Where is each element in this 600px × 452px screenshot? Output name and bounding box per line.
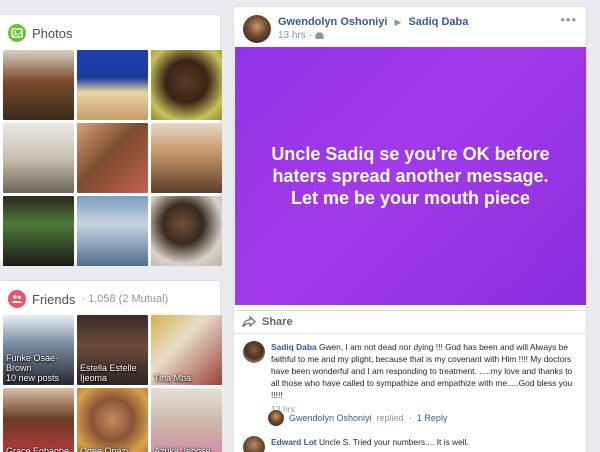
friend-name[interactable]: Grace Egbagbe <box>6 446 72 452</box>
friend-name[interactable]: Ogee Onazi <box>80 446 146 452</box>
separator-dot: · <box>308 30 313 41</box>
friend-name[interactable]: Azuka Jebose <box>154 446 220 452</box>
comment: Edward Lot Uncle S. Tried your numbers..… <box>243 436 577 452</box>
divider <box>234 333 586 334</box>
reply-count[interactable]: 1 Reply <box>417 413 448 423</box>
photo-thumbnail[interactable] <box>3 50 74 120</box>
share-label: Share <box>262 316 293 328</box>
photos-grid <box>3 50 222 266</box>
comment: Sadiq Daba Gwen, I am not dead nor dying… <box>243 341 577 415</box>
photo-thumbnail[interactable] <box>151 196 222 266</box>
post-header: Gwendolyn Oshoniyi ▶ Sadiq Daba 13 hrs · <box>243 15 468 43</box>
friend-tile[interactable]: Ogee Onazi <box>77 388 148 452</box>
friend-tile[interactable]: Funke Osae-Brown 10 new posts <box>3 315 74 385</box>
replies-link[interactable]: Gwendolyn Oshoniyi replied · 1 Reply <box>268 410 447 426</box>
friends-icon <box>8 290 26 308</box>
friend-tile[interactable]: Azuka Jebose <box>151 388 222 452</box>
reply-action: replied <box>376 413 404 423</box>
share-icon <box>242 316 256 328</box>
commenter-avatar[interactable] <box>243 341 265 363</box>
photo-thumbnail[interactable] <box>151 123 222 193</box>
post-card: Gwendolyn Oshoniyi ▶ Sadiq Daba 13 hrs ·… <box>233 6 587 452</box>
post-time[interactable]: 13 hrs <box>278 29 306 43</box>
reply-author[interactable]: Gwendolyn Oshoniyi <box>289 413 372 423</box>
separator-dot: · <box>408 412 412 424</box>
photo-thumbnail[interactable] <box>151 50 222 120</box>
privacy-icon[interactable] <box>315 32 324 40</box>
photo-thumbnail[interactable] <box>77 196 148 266</box>
author-avatar[interactable] <box>243 15 271 43</box>
more-options-icon[interactable]: ••• <box>560 12 577 27</box>
friend-tile[interactable]: Tina Mba <box>151 315 222 385</box>
photos-card: Photos <box>0 14 222 266</box>
commenter-avatar[interactable] <box>243 436 265 452</box>
share-button[interactable]: Share <box>242 316 293 328</box>
friends-header[interactable]: Friends · 1,058 (2 Mutual) <box>8 289 168 309</box>
post-target-link[interactable]: Sadiq Daba <box>408 16 468 28</box>
friend-tile[interactable]: Estella Estelle Ijeoma <box>77 315 148 385</box>
comment-text: Uncle S. Tried your numbers.... It is we… <box>318 437 469 447</box>
photo-thumbnail[interactable] <box>77 50 148 120</box>
status-text: Uncle Sadiq se you're OK before haters s… <box>271 144 550 208</box>
reply-avatar <box>268 410 284 426</box>
friends-title[interactable]: Friends <box>32 292 75 307</box>
friends-count: · 1,058 (2 Mutual) <box>81 293 169 305</box>
comment-text: Gwen, I am not dead nor dying !!! God ha… <box>271 342 573 400</box>
status-background: Uncle Sadiq se you're OK before haters s… <box>235 47 586 305</box>
comment-author-link[interactable]: Edward Lot <box>271 437 317 447</box>
post-author-link[interactable]: Gwendolyn Oshoniyi <box>278 16 387 28</box>
photo-thumbnail[interactable] <box>3 123 74 193</box>
friend-tile[interactable]: Grace Egbagbe <box>3 388 74 452</box>
friend-name[interactable]: Estella Estelle Ijeoma <box>80 363 146 383</box>
photos-icon <box>8 24 26 42</box>
friends-card: Friends · 1,058 (2 Mutual) Funke Osae-Br… <box>0 280 222 452</box>
friend-name[interactable]: Funke Osae-Brown 10 new posts <box>6 353 72 383</box>
arrow-right-icon: ▶ <box>394 17 402 27</box>
photos-header[interactable]: Photos <box>8 23 72 43</box>
friends-grid: Funke Osae-Brown 10 new posts Estella Est… <box>3 315 222 452</box>
photo-thumbnail[interactable] <box>3 196 74 266</box>
friend-name[interactable]: Tina Mba <box>154 373 220 383</box>
comment-author-link[interactable]: Sadiq Daba <box>271 342 317 352</box>
photo-thumbnail[interactable] <box>77 123 148 193</box>
photos-title[interactable]: Photos <box>32 26 72 41</box>
divider <box>234 310 586 311</box>
